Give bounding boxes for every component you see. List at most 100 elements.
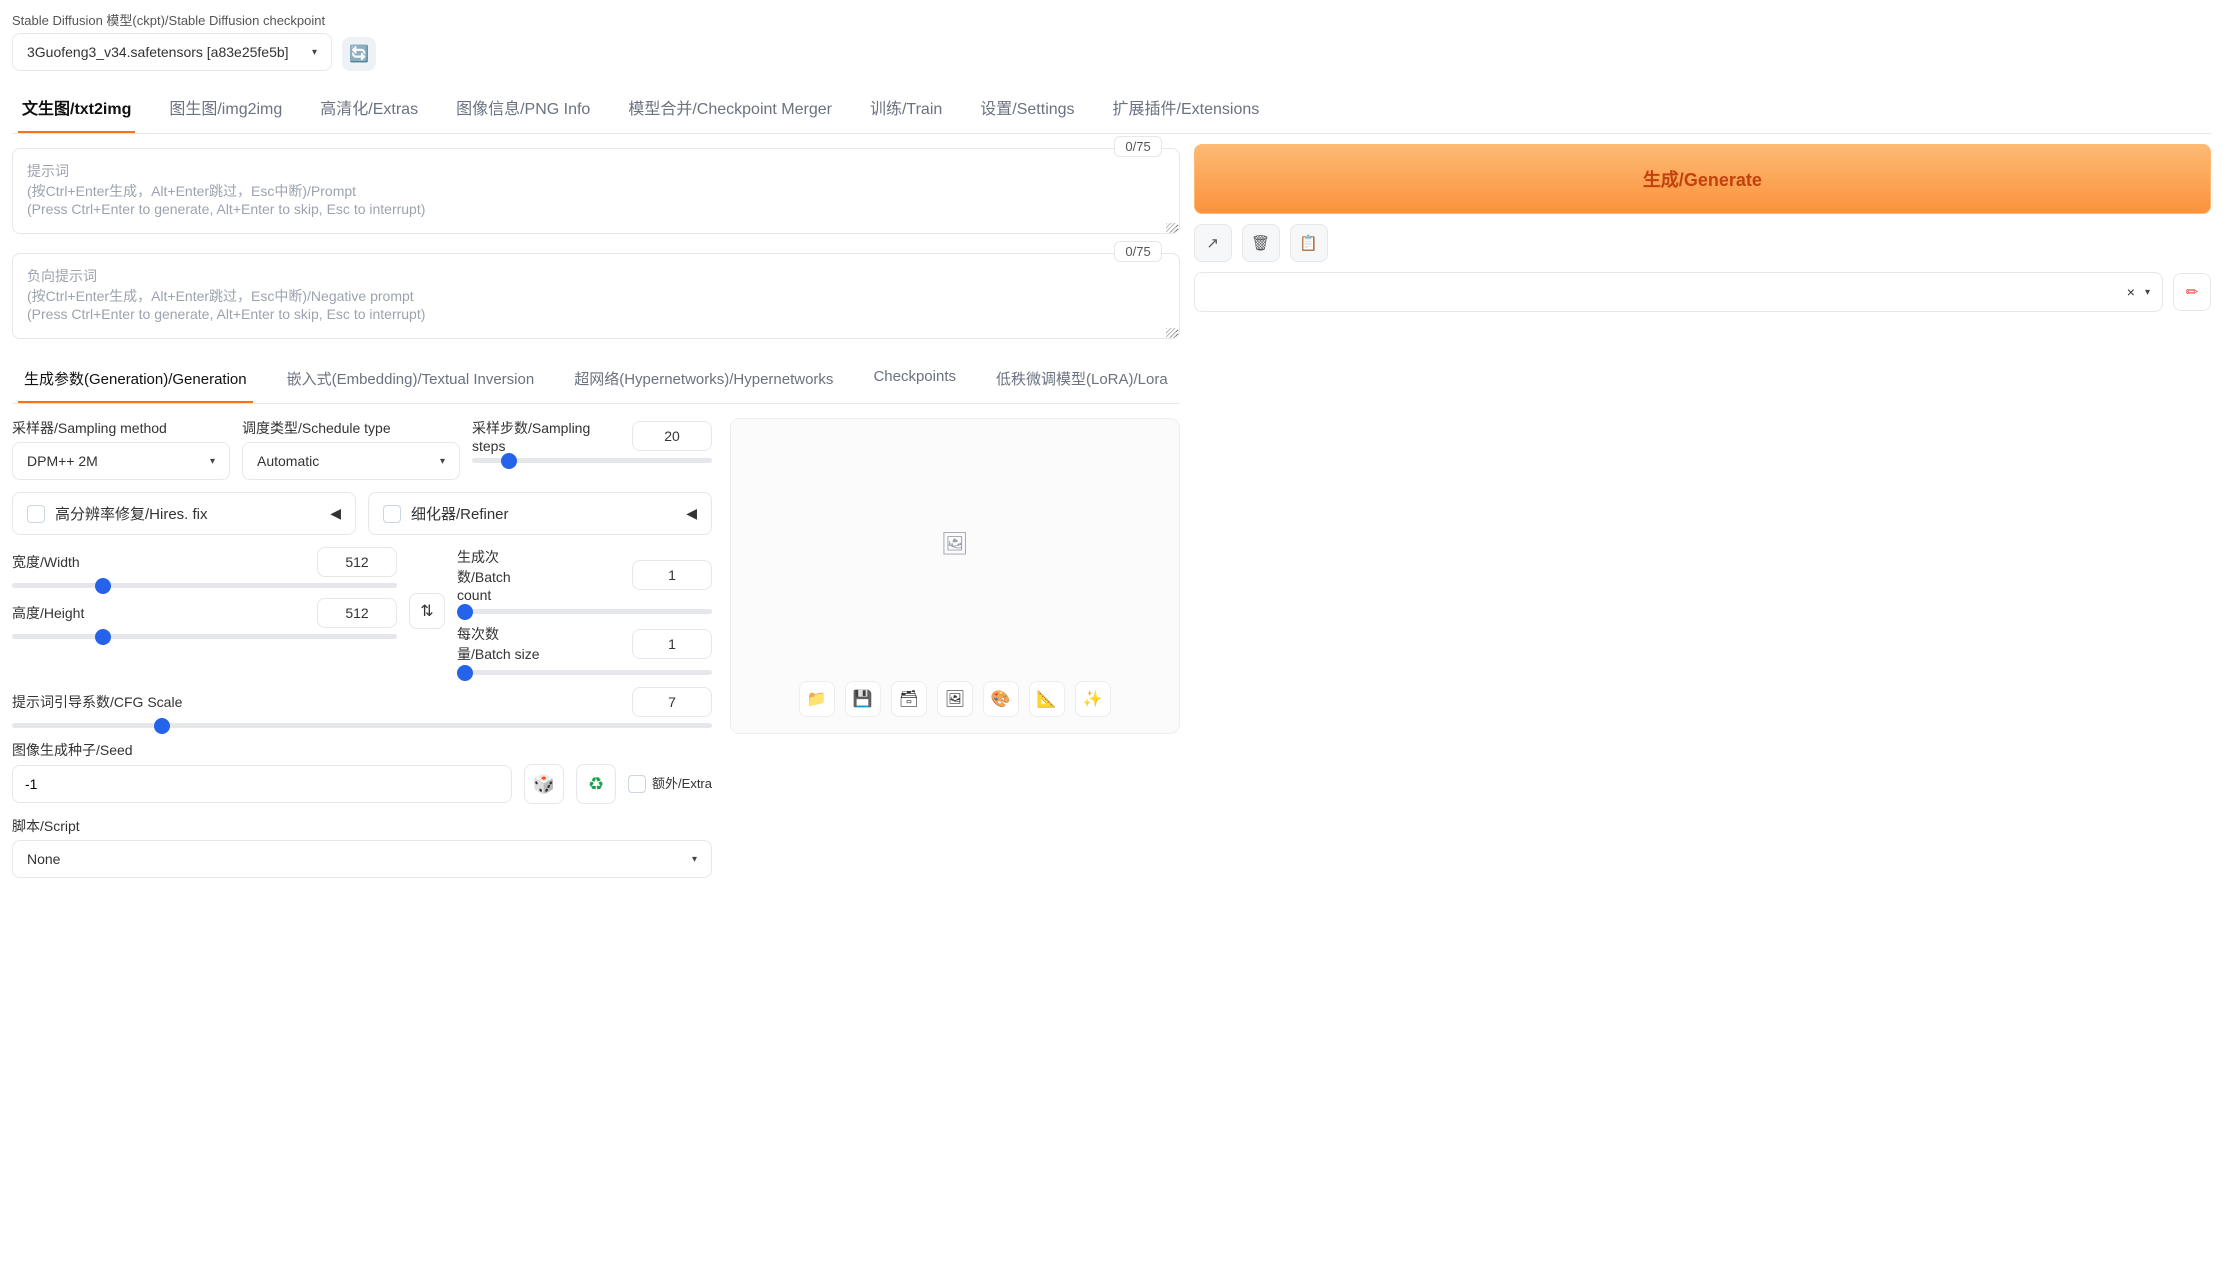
sampler-value: DPM++ 2M: [27, 453, 98, 469]
collapse-icon: ◀: [330, 505, 341, 522]
sub-tabs: 生成参数(Generation)/Generation 嵌入式(Embeddin…: [12, 356, 1180, 404]
subtab-hypernetworks[interactable]: 超网络(Hypernetworks)/Hypernetworks: [568, 356, 839, 403]
negative-prompt-input[interactable]: [12, 253, 1180, 339]
batch-count-value[interactable]: 1: [632, 560, 712, 590]
height-slider[interactable]: [12, 634, 397, 639]
width-slider[interactable]: [12, 583, 397, 588]
chevron-down-icon: ▾: [440, 456, 445, 467]
batch-count-slider[interactable]: [457, 609, 712, 614]
hires-fix-checkbox[interactable]: [27, 505, 45, 523]
height-label: 高度/Height: [12, 603, 84, 623]
refiner-checkbox[interactable]: [383, 505, 401, 523]
edit-styles-button[interactable]: ✏: [2173, 273, 2211, 311]
palette-icon: 🎨: [991, 689, 1011, 709]
save-icon: 💾: [853, 689, 873, 709]
neg-prompt-token-counter: 0/75: [1114, 241, 1161, 262]
steps-label: 采样步数/Sampling steps: [472, 418, 592, 454]
height-value[interactable]: 512: [317, 598, 397, 628]
chevron-down-icon: ▾: [2145, 287, 2150, 298]
tab-img2img[interactable]: 图生图/img2img: [165, 87, 286, 133]
width-value[interactable]: 512: [317, 547, 397, 577]
chevron-down-icon: ▾: [210, 456, 215, 467]
subtab-checkpoints[interactable]: Checkpoints: [867, 356, 962, 403]
output-toolbar: 📁 💾 🗃 🖼 🎨 📐 ✨: [731, 669, 1179, 733]
upscale-button[interactable]: ✨: [1075, 681, 1111, 717]
batch-size-value[interactable]: 1: [632, 629, 712, 659]
batch-count-label: 生成次数/Batch count: [457, 547, 547, 603]
arrow-up-icon: ↗: [1206, 234, 1219, 252]
schedule-value: Automatic: [257, 453, 319, 469]
send-to-img2img-button[interactable]: 🖼: [937, 681, 973, 717]
tab-pnginfo[interactable]: 图像信息/PNG Info: [452, 87, 594, 133]
tab-extensions[interactable]: 扩展插件/Extensions: [1109, 87, 1264, 133]
save-button[interactable]: 💾: [845, 681, 881, 717]
subtab-lora[interactable]: 低秩微调模型(LoRA)/Lora: [990, 356, 1174, 403]
swap-icon: ⇅: [420, 601, 433, 621]
pencil-icon: ✏: [2186, 283, 2199, 301]
output-image-placeholder: 🖼: [731, 419, 1179, 669]
styles-select[interactable]: × ▾: [1194, 272, 2163, 312]
refresh-icon: 🔄: [349, 44, 369, 64]
hires-fix-accordion[interactable]: 高分辨率修复/Hires. fix ◀: [12, 492, 356, 535]
batch-size-slider[interactable]: [457, 670, 712, 675]
random-seed-button[interactable]: 🎲: [524, 764, 564, 804]
cfg-label: 提示词引导系数/CFG Scale: [12, 692, 182, 712]
checkpoint-refresh-button[interactable]: 🔄: [342, 37, 376, 71]
picture-icon: 🖼: [945, 689, 965, 709]
seed-extra-checkbox[interactable]: [628, 775, 646, 793]
prompt-input[interactable]: [12, 148, 1180, 234]
sampler-select[interactable]: DPM++ 2M ▾: [12, 442, 230, 480]
clipboard-icon: 📋: [1299, 234, 1318, 252]
tab-extras[interactable]: 高清化/Extras: [316, 87, 422, 133]
sparkle-icon: ✨: [1083, 689, 1103, 709]
send-to-inpaint-button[interactable]: 🎨: [983, 681, 1019, 717]
reuse-seed-button[interactable]: ♻: [576, 764, 616, 804]
folder-icon: 📁: [807, 689, 827, 709]
dice-icon: 🎲: [533, 774, 555, 795]
chevron-down-icon: ▾: [692, 854, 697, 865]
seed-input[interactable]: [12, 765, 512, 803]
send-to-extras-button[interactable]: 📐: [1029, 681, 1065, 717]
tab-txt2img[interactable]: 文生图/txt2img: [18, 87, 135, 133]
prompt-token-counter: 0/75: [1114, 136, 1161, 157]
subtab-generation[interactable]: 生成参数(Generation)/Generation: [18, 356, 253, 403]
tab-settings[interactable]: 设置/Settings: [976, 87, 1078, 133]
checkpoint-label: Stable Diffusion 模型(ckpt)/Stable Diffusi…: [12, 10, 332, 29]
ruler-icon: 📐: [1037, 689, 1057, 709]
width-label: 宽度/Width: [12, 552, 80, 572]
schedule-select[interactable]: Automatic ▾: [242, 442, 460, 480]
cfg-value[interactable]: 7: [632, 687, 712, 717]
refiner-label: 细化器/Refiner: [411, 503, 676, 524]
tab-checkpoint-merger[interactable]: 模型合并/Checkpoint Merger: [624, 87, 836, 133]
hires-fix-label: 高分辨率修复/Hires. fix: [55, 503, 320, 524]
script-select[interactable]: None ▾: [12, 840, 712, 878]
image-icon: 🖼: [941, 531, 969, 557]
main-tabs: 文生图/txt2img 图生图/img2img 高清化/Extras 图像信息/…: [12, 87, 2211, 134]
tab-train[interactable]: 训练/Train: [866, 87, 946, 133]
sampler-label: 采样器/Sampling method: [12, 418, 230, 438]
seed-extra-label: 额外/Extra: [652, 776, 712, 792]
output-panel: 🖼 📁 💾 🗃 🖼 🎨 📐 ✨: [730, 418, 1180, 734]
generate-button[interactable]: 生成/Generate: [1194, 144, 2211, 214]
seed-label: 图像生成种子/Seed: [12, 740, 712, 760]
clear-prompt-button[interactable]: 🗑: [1242, 224, 1280, 262]
script-value: None: [27, 851, 60, 867]
steps-slider[interactable]: [472, 458, 712, 463]
swap-dimensions-button[interactable]: ⇅: [409, 593, 445, 629]
trash-icon: 🗑: [1251, 234, 1270, 252]
schedule-label: 调度类型/Schedule type: [242, 418, 460, 438]
interrogate-button[interactable]: ↗: [1194, 224, 1232, 262]
refiner-accordion[interactable]: 细化器/Refiner ◀: [368, 492, 712, 535]
open-folder-button[interactable]: 📁: [799, 681, 835, 717]
archive-icon: 🗃: [899, 689, 919, 709]
script-label: 脚本/Script: [12, 816, 712, 836]
paste-button[interactable]: 📋: [1290, 224, 1328, 262]
checkpoint-select[interactable]: 3Guofeng3_v34.safetensors [a83e25fe5b] ▾: [12, 33, 332, 71]
recycle-icon: ♻: [588, 774, 604, 795]
cfg-slider[interactable]: [12, 723, 712, 728]
steps-value[interactable]: 20: [632, 421, 712, 451]
chevron-down-icon: ▾: [312, 47, 317, 58]
subtab-textual-inversion[interactable]: 嵌入式(Embedding)/Textual Inversion: [281, 356, 541, 403]
batch-size-label: 每次数量/Batch size: [457, 624, 547, 664]
zip-button[interactable]: 🗃: [891, 681, 927, 717]
